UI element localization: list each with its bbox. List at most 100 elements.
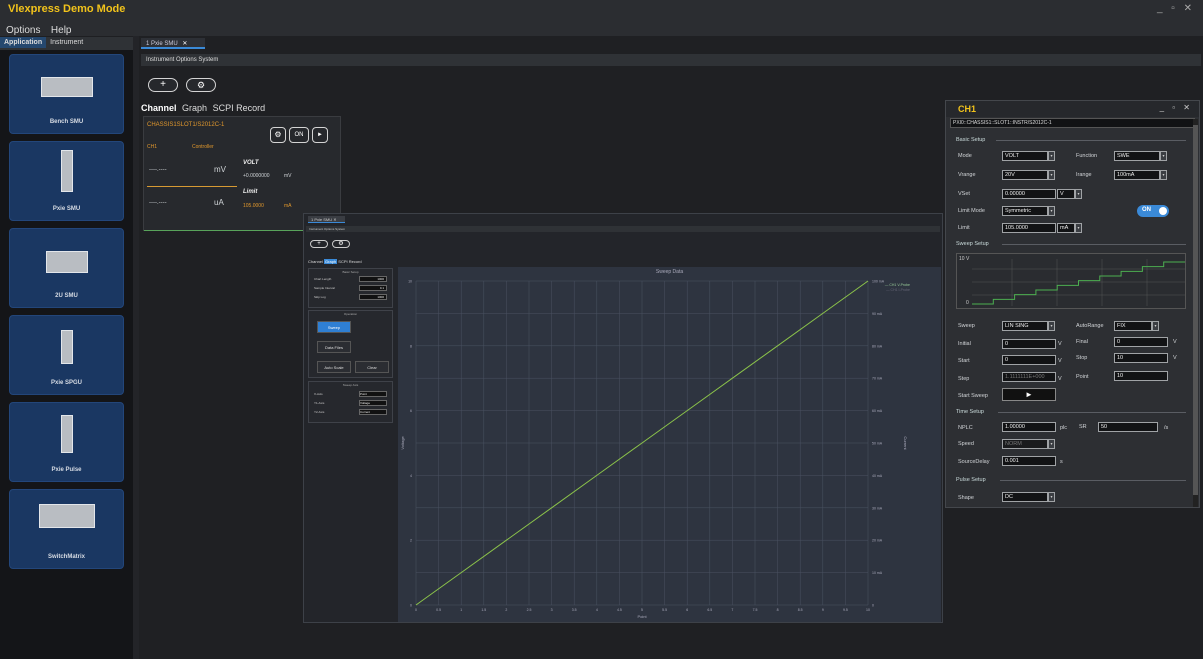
point-input[interactable]: 10 — [1114, 371, 1168, 381]
device-label: Pxie SMU — [52, 206, 81, 212]
close-icon[interactable]: ✕ — [333, 217, 336, 222]
chevron-down-icon[interactable]: ▾ — [1048, 321, 1055, 331]
y2-tick-label: 50 mA — [872, 442, 883, 446]
sweep-button[interactable]: Sweep — [317, 321, 351, 333]
close-icon[interactable]: ✕ — [182, 41, 187, 47]
chevron-down-icon[interactable]: ▾ — [1048, 206, 1055, 216]
output-toggle[interactable]: ON — [1137, 205, 1169, 217]
chart-length-input[interactable]: 1000 — [359, 276, 387, 282]
irange-select[interactable]: 100mA — [1114, 170, 1160, 180]
tab-instrument[interactable]: Instrument — [46, 37, 87, 48]
switchmatrix-image — [38, 504, 95, 528]
autorange-label: AutoRange — [1076, 323, 1104, 329]
graph-window-menu[interactable]: Instrument Options System — [306, 226, 940, 232]
menu-options[interactable]: Options — [6, 25, 40, 36]
menu-system[interactable]: System — [198, 57, 218, 63]
ch1-panel: CH1 _ ▫ ✕ PXI0::CHASSIS1::SLOT1::INSTR/S… — [945, 100, 1200, 508]
add-button[interactable]: + — [310, 240, 328, 248]
document-tab-label: 1 Pxie SMU — [146, 41, 178, 47]
y2-axis-select[interactable]: Current — [359, 409, 387, 415]
chevron-down-icon[interactable]: ▾ — [1075, 223, 1082, 233]
x-axis-select[interactable]: Point — [359, 391, 387, 397]
data-files-button[interactable]: Data Files — [317, 341, 351, 353]
settings-button[interactable]: ⚙ — [332, 240, 350, 248]
gear-button[interactable]: ⚙ — [270, 127, 286, 143]
mode-select[interactable]: VOLT — [1002, 151, 1048, 161]
channel-address: CHASSIS1SLOT1/S2012C-1 — [147, 122, 225, 128]
limit-input[interactable]: 105.0000 — [1002, 223, 1056, 233]
function-select[interactable]: SWE — [1114, 151, 1160, 161]
device-card-2u-smu[interactable]: 2U SMU — [9, 228, 124, 308]
autorange-select[interactable]: FIX — [1114, 321, 1152, 331]
clear-button[interactable]: Clear — [355, 361, 389, 373]
start-sweep-button[interactable]: ► — [1002, 388, 1056, 401]
ch1-address-select[interactable]: PXI0::CHASSIS1::SLOT1::INSTR/S2012C-1 — [950, 118, 1195, 128]
field-label: Skip Log — [314, 295, 326, 299]
tab-graph[interactable]: Graph — [324, 259, 338, 264]
device-card-switchmatrix[interactable]: SwitchMatrix — [9, 489, 124, 569]
title-bar: Vlexpress Demo Mode _ ▫ ✕ — [0, 0, 1203, 20]
sample-interval-input[interactable]: 0.1 — [359, 285, 387, 291]
chevron-down-icon[interactable]: ▾ — [1048, 170, 1055, 180]
tab-scpi-record[interactable]: SCPI Record — [338, 259, 361, 264]
sweep-axis-group: Sweep Axis X-Axis Point Y1-Axis Voltage … — [308, 381, 393, 423]
final-input[interactable]: 0 — [1114, 337, 1168, 347]
tab-application[interactable]: Application — [0, 37, 47, 48]
on-button[interactable]: ON — [289, 127, 309, 143]
menu-inst-options[interactable]: Options — [176, 57, 197, 63]
vrange-select[interactable]: 20V — [1002, 170, 1048, 180]
chevron-down-icon[interactable]: ▾ — [1048, 151, 1055, 161]
limit-label: Limit — [243, 189, 258, 195]
chevron-down-icon[interactable]: ▾ — [1048, 492, 1055, 502]
x-tick-label: 4 — [596, 608, 598, 612]
source-delay-input[interactable]: 0.001 — [1002, 456, 1056, 466]
shape-select[interactable]: DC — [1002, 492, 1048, 502]
controller-label: Controller — [192, 144, 214, 150]
start-input[interactable]: 0 — [1002, 355, 1056, 365]
x-tick-label: 10 — [866, 608, 870, 612]
window-controls[interactable]: _ ▫ ✕ — [1157, 3, 1195, 14]
limit-mode-select[interactable]: Symmetric — [1002, 206, 1048, 216]
chevron-down-icon[interactable]: ▾ — [1160, 170, 1167, 180]
sweep-select[interactable]: LIN SING — [1002, 321, 1048, 331]
device-label: SwitchMatrix — [47, 554, 85, 560]
chevron-down-icon[interactable]: ▾ — [1075, 189, 1082, 199]
final-unit: V — [1173, 339, 1177, 345]
initial-input[interactable]: 0 — [1002, 339, 1056, 349]
device-card-pxie-pulse[interactable]: Pxie Pulse — [9, 402, 124, 482]
run-button[interactable]: ► — [312, 127, 328, 143]
vset-unit-select[interactable]: V — [1057, 189, 1075, 199]
chevron-down-icon[interactable]: ▾ — [1160, 151, 1167, 161]
y2-axis-label: Current — [903, 436, 908, 450]
graph-window-tab[interactable]: 1 Pxie SMU ✕ — [308, 216, 345, 223]
x-tick-label: 1 — [460, 608, 462, 612]
y1-axis-select[interactable]: Voltage — [359, 400, 387, 406]
device-card-pxie-smu[interactable]: Pxie SMU — [9, 141, 124, 221]
ch1-window-controls[interactable]: _ ▫ ✕ — [1160, 103, 1193, 112]
settings-button[interactable]: ⚙ — [186, 78, 216, 92]
menu-help[interactable]: Help — [51, 25, 72, 36]
document-tab[interactable]: 1 Pxie SMU ✕ — [141, 38, 205, 49]
point-label: Point — [1076, 374, 1089, 380]
vset-input[interactable]: 0.00000 — [1002, 189, 1056, 199]
auto-scale-button[interactable]: Auto Scale — [317, 361, 351, 373]
add-button[interactable]: + — [148, 78, 178, 92]
tab-scpi-record[interactable]: SCPI Record — [213, 103, 266, 113]
device-card-pxie-spgu[interactable]: Pxie SPGU — [9, 315, 124, 395]
sweep-data-chart[interactable]: Sweep Data 0 0.5 1 1.5 2 2.5 3 3.5 4 4.5 5 5.5 6 6.5 7… — [398, 267, 941, 622]
tab-channel[interactable]: Channel — [141, 103, 177, 113]
chevron-down-icon[interactable]: ▾ — [1152, 321, 1159, 331]
ch1-scrollbar[interactable] — [1193, 119, 1198, 507]
menu-instrument[interactable]: Instrument — [146, 57, 174, 63]
skip-log-input[interactable]: 1000 — [359, 294, 387, 300]
section-divider — [996, 140, 1186, 141]
tab-graph[interactable]: Graph — [182, 103, 207, 113]
toggle-label: ON — [1142, 207, 1151, 213]
device-card-bench-smu[interactable]: Bench SMU — [9, 54, 124, 134]
sr-input[interactable]: 50 — [1098, 422, 1158, 432]
stop-input[interactable]: 10 — [1114, 353, 1168, 363]
limit-unit-select[interactable]: mA — [1057, 223, 1075, 233]
tab-channel[interactable]: Channel — [308, 259, 323, 264]
section-basic-setup: Basic Setup — [956, 137, 986, 143]
nplc-input[interactable]: 1.00000 — [1002, 422, 1056, 432]
